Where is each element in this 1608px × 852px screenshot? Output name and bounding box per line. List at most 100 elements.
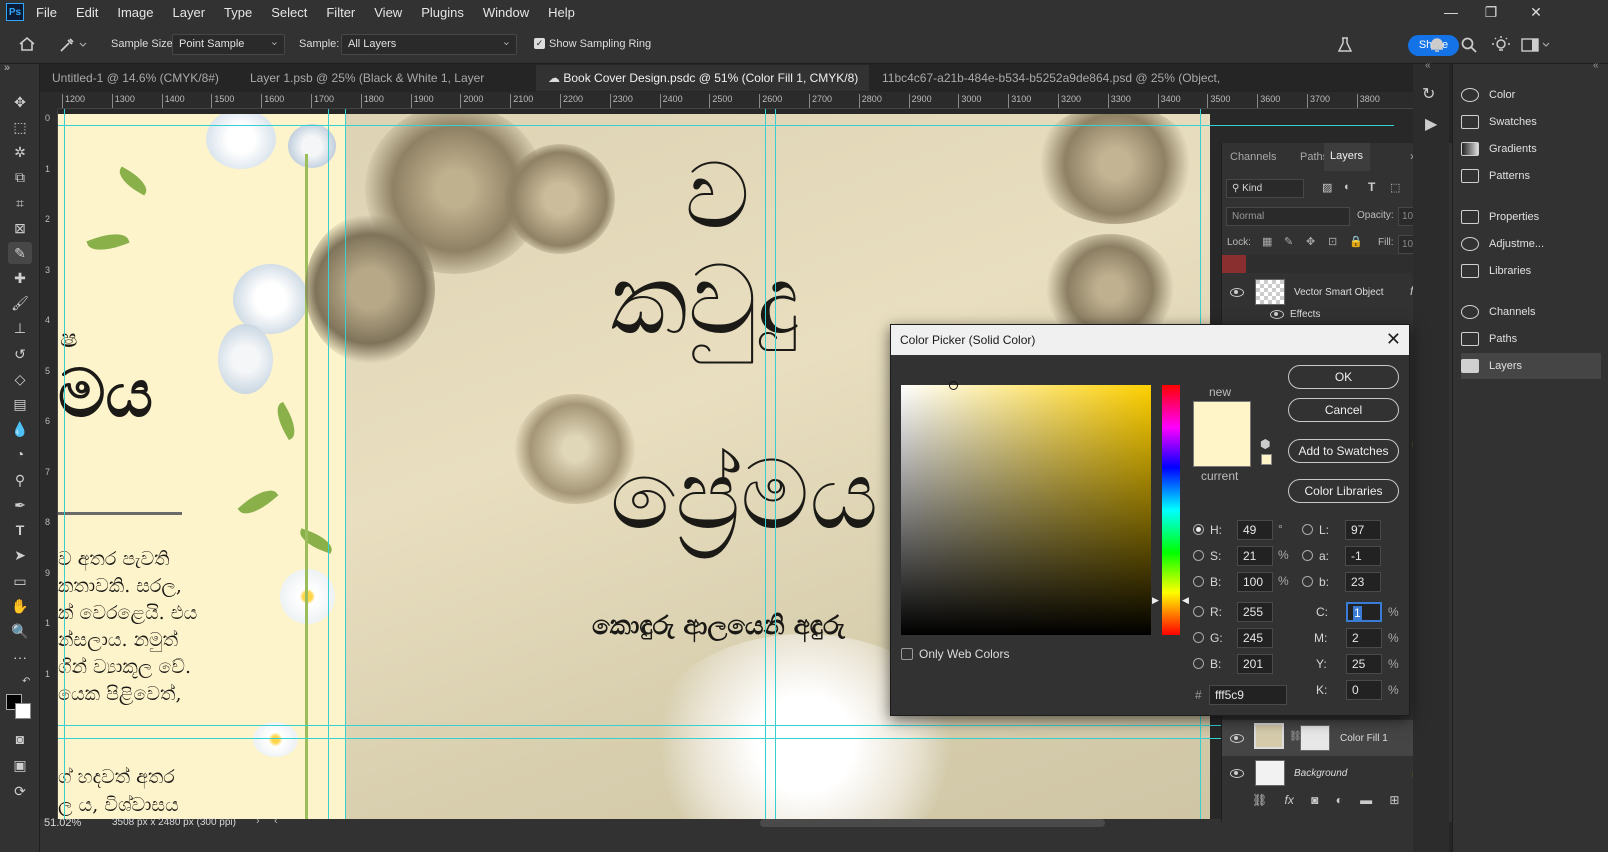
- show-sampling-ring-checkbox[interactable]: ✓: [534, 38, 545, 49]
- home-icon[interactable]: [18, 36, 36, 52]
- tab-channels[interactable]: Channels: [1230, 151, 1276, 163]
- gamut-cube-icon[interactable]: ⬢: [1260, 437, 1270, 451]
- filter-adjustment-icon[interactable]: ◐: [1344, 181, 1351, 193]
- green-radio[interactable]: [1193, 632, 1204, 643]
- lab-l-radio[interactable]: [1302, 524, 1313, 535]
- layer-vector-smart-object[interactable]: Vector Smart Object fx: [1222, 274, 1435, 310]
- dock-adjustments[interactable]: Adjustme...: [1461, 231, 1601, 257]
- layer-name[interactable]: Vector Smart Object: [1294, 287, 1383, 298]
- cancel-button[interactable]: Cancel: [1288, 398, 1399, 422]
- add-to-swatches-button[interactable]: Add to Swatches: [1288, 439, 1399, 463]
- hue-slider-left-arrow[interactable]: ▶: [1152, 595, 1159, 606]
- ruler-origin[interactable]: [40, 92, 58, 109]
- dock-channels[interactable]: Channels: [1461, 299, 1601, 325]
- menu-select[interactable]: Select: [267, 5, 307, 20]
- add-mask-icon[interactable]: ◙: [1311, 793, 1318, 813]
- ok-button[interactable]: OK: [1288, 365, 1399, 389]
- saturation-brightness-field[interactable]: [901, 381, 1151, 635]
- menu-help[interactable]: Help: [544, 5, 575, 20]
- tab-object-psd[interactable]: 11bc4c67-a21b-484e-b534-b5252a9de864.psd…: [870, 65, 1255, 111]
- play-actions-icon[interactable]: ▶: [1425, 114, 1437, 134]
- menu-image[interactable]: Image: [113, 5, 153, 20]
- eyedropper-tool-icon[interactable]: ✎: [8, 242, 32, 264]
- lab-l-input[interactable]: 97: [1345, 520, 1381, 540]
- eyedropper-tool-preset-icon[interactable]: [58, 36, 88, 54]
- bell-icon[interactable]: [1428, 36, 1446, 54]
- guide-vertical[interactable]: [328, 109, 329, 819]
- red-input[interactable]: 255: [1237, 602, 1273, 622]
- vertical-ruler[interactable]: 0 1 2 3 4 5 6 7 8 9 1 1: [40, 109, 58, 819]
- layer-filter-select[interactable]: ⚲ Kind: [1226, 179, 1304, 198]
- dock-paths[interactable]: Paths: [1461, 326, 1601, 352]
- new-group-icon[interactable]: ▬: [1360, 793, 1372, 813]
- dodge-tool-icon[interactable]: ◔: [8, 443, 32, 465]
- web-safe-color-swatch[interactable]: [1261, 454, 1272, 465]
- horizontal-ruler[interactable]: 1200 1300 1400 1500 1600 1700 1800 1900 2000 2100…: [58, 92, 1426, 109]
- guide-vertical[interactable]: [775, 109, 776, 819]
- blend-mode-select[interactable]: Normal: [1226, 207, 1350, 226]
- sample-size-select[interactable]: Point Sample: [172, 34, 285, 55]
- lock-position-icon[interactable]: ✥: [1306, 235, 1315, 248]
- menu-plugins[interactable]: Plugins: [417, 5, 464, 20]
- saturation-radio[interactable]: [1193, 550, 1204, 561]
- close-icon[interactable]: ✕: [1386, 329, 1401, 349]
- dialog-title-bar[interactable]: Color Picker (Solid Color) ✕: [891, 325, 1409, 355]
- black-input[interactable]: 0: [1346, 680, 1382, 700]
- green-input[interactable]: 245: [1237, 628, 1273, 648]
- dock-libraries[interactable]: Libraries: [1461, 258, 1601, 284]
- hue-slider[interactable]: [1162, 385, 1180, 635]
- filter-type-icon[interactable]: T: [1368, 180, 1375, 194]
- menu-filter[interactable]: Filter: [322, 5, 355, 20]
- saturation-input[interactable]: 21: [1237, 546, 1273, 566]
- screen-mode-icon[interactable]: ▣: [8, 754, 32, 776]
- lightbulb-icon[interactable]: [1491, 35, 1511, 55]
- brightness-input[interactable]: 100: [1237, 572, 1273, 592]
- lab-a-input[interactable]: -1: [1345, 546, 1381, 566]
- visibility-eye-icon[interactable]: [1270, 309, 1284, 319]
- history-icon[interactable]: ↻: [1422, 84, 1435, 104]
- frame-select-tool-icon[interactable]: ⧉: [8, 166, 32, 188]
- guide-horizontal[interactable]: [58, 725, 1394, 726]
- dock-patterns[interactable]: Patterns: [1461, 163, 1601, 189]
- search-icon[interactable]: [1460, 36, 1478, 54]
- lab-b-radio[interactable]: [1302, 576, 1313, 587]
- new-layer-icon[interactable]: ⊞: [1389, 793, 1399, 813]
- only-web-colors-checkbox[interactable]: [901, 648, 913, 660]
- quick-mask-icon[interactable]: ◙: [8, 728, 32, 750]
- minimize-button[interactable]: —: [1436, 2, 1466, 22]
- menu-layer[interactable]: Layer: [169, 5, 206, 20]
- restore-button[interactable]: ❐: [1476, 2, 1506, 22]
- magenta-input[interactable]: 2: [1346, 628, 1382, 648]
- adjustment-layer-icon[interactable]: ◐: [1336, 793, 1343, 813]
- menu-type[interactable]: Type: [220, 5, 252, 20]
- yellow-input[interactable]: 25: [1346, 654, 1382, 674]
- visibility-eye-icon[interactable]: [1230, 734, 1244, 743]
- tab-book-cover-design[interactable]: ☁ Book Cover Design.psdc @ 51% (Color Fi…: [536, 65, 869, 111]
- guide-vertical[interactable]: [765, 109, 766, 819]
- lock-artboard-icon[interactable]: ⊡: [1328, 235, 1337, 248]
- layer-name[interactable]: Color Fill 1: [1340, 733, 1388, 744]
- blur-tool-icon[interactable]: 💧: [8, 418, 32, 440]
- lock-all-icon[interactable]: 🔒: [1349, 235, 1363, 248]
- marquee-tool-icon[interactable]: ⬚: [8, 116, 32, 138]
- guide-vertical[interactable]: [345, 109, 346, 819]
- move-tool-icon[interactable]: ✥: [8, 91, 32, 113]
- clone-stamp-tool-icon[interactable]: ⊥: [8, 317, 32, 339]
- cyan-input[interactable]: 1: [1346, 602, 1382, 622]
- rectangle-tool-icon[interactable]: ▭: [8, 570, 32, 592]
- brush-tool-icon[interactable]: 🖌: [8, 292, 32, 314]
- path-selection-tool-icon[interactable]: ➤: [8, 544, 32, 566]
- zoom-tool-icon[interactable]: 🔍: [8, 620, 32, 642]
- frame-tool-icon[interactable]: ⊠: [8, 217, 32, 239]
- collapse-icon[interactable]: «: [1425, 60, 1431, 71]
- hue-slider-right-arrow[interactable]: ◀: [1182, 595, 1189, 606]
- effects-row[interactable]: Effects: [1270, 309, 1320, 320]
- layer-background[interactable]: Background 🔒: [1222, 757, 1435, 793]
- pen-tool-icon[interactable]: ✒: [8, 494, 32, 516]
- collapse-left-icon[interactable]: »: [4, 62, 10, 74]
- menu-file[interactable]: File: [32, 5, 57, 20]
- swap-colors-icon[interactable]: ↶: [22, 676, 30, 687]
- layer-mask-thumbnail[interactable]: [1300, 725, 1330, 751]
- document-info[interactable]: 3508 px x 2480 px (300 ppi): [112, 817, 236, 828]
- add-style-fx-icon[interactable]: fx: [1285, 793, 1294, 813]
